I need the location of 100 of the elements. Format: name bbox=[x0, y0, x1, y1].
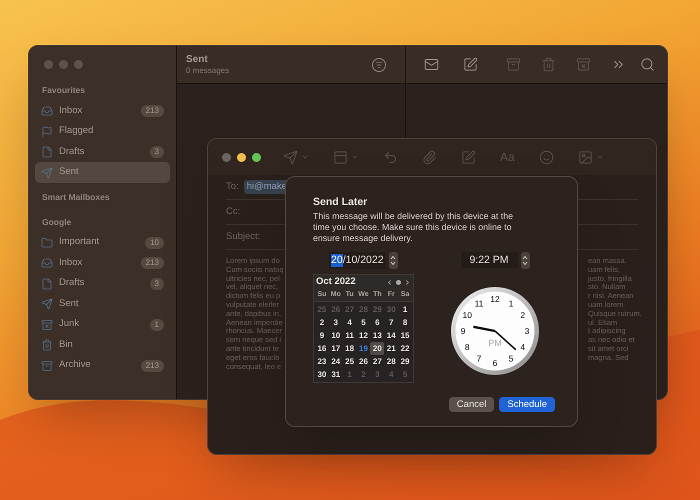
unread-count: 1 bbox=[150, 318, 164, 330]
calendar-day[interactable]: 29 bbox=[398, 355, 412, 368]
period-label: PM bbox=[488, 338, 502, 348]
calendar-day[interactable]: 16 bbox=[315, 342, 329, 355]
mailbox-title: Sent bbox=[186, 54, 209, 66]
clock-numeral: 4 bbox=[520, 342, 526, 352]
paperclip-icon[interactable] bbox=[422, 150, 437, 164]
clock-numeral: 3 bbox=[524, 326, 530, 336]
clock-numeral: 2 bbox=[520, 310, 526, 320]
reply-arrow-icon[interactable] bbox=[383, 150, 398, 164]
calendar-day[interactable]: 20 bbox=[370, 342, 384, 355]
calendar-day[interactable]: 3 bbox=[328, 316, 343, 329]
previous-month-icon[interactable] bbox=[386, 278, 393, 286]
calendar-day[interactable]: 2 bbox=[315, 316, 329, 329]
calendar-day[interactable]: 13 bbox=[370, 329, 384, 342]
smiley-icon[interactable] bbox=[538, 150, 554, 164]
schedule-button[interactable]: Schedule bbox=[499, 397, 555, 412]
clock-numeral: 10 bbox=[462, 310, 472, 320]
calendar-day[interactable]: 5 bbox=[356, 316, 370, 329]
header-fields-icon[interactable] bbox=[333, 150, 348, 164]
section-heading: Smart Mailboxes bbox=[42, 190, 111, 204]
calendar-day[interactable]: 30 bbox=[315, 368, 329, 381]
caret-icon[interactable] bbox=[596, 153, 604, 161]
mailbox-item[interactable]: Junk 1 bbox=[35, 314, 170, 335]
calendar-day[interactable]: 31 bbox=[328, 368, 343, 381]
analog-clock[interactable]: 11 12 1 10 2 9 3 8 4 7 6 5 PM bbox=[450, 286, 540, 376]
next-month-icon[interactable] bbox=[404, 278, 411, 286]
up-down-chevrons-icon bbox=[390, 254, 396, 266]
mailbox-item[interactable]: Drafts 3 bbox=[35, 142, 170, 162]
date-segment[interactable]: 20 bbox=[331, 254, 343, 266]
mailbox-item[interactable]: Inbox 213 bbox=[35, 252, 170, 274]
mailbox-label: Junk bbox=[59, 317, 80, 332]
compose-icon[interactable] bbox=[463, 57, 478, 72]
calendar-day[interactable]: 22 bbox=[398, 342, 412, 355]
caret-icon[interactable] bbox=[301, 153, 309, 161]
time-field[interactable]: 9:22 PM bbox=[460, 252, 518, 268]
photo-icon[interactable] bbox=[578, 150, 593, 164]
calendar-day[interactable]: 21 bbox=[384, 342, 398, 355]
calendar-day[interactable]: 28 bbox=[384, 355, 398, 368]
unread-count: 3 bbox=[150, 278, 164, 290]
caret-icon[interactable] bbox=[351, 153, 359, 161]
mailbox-item[interactable]: Flagged bbox=[35, 121, 170, 142]
dialog-title: Send Later bbox=[313, 196, 368, 209]
calendar-day[interactable]: 14 bbox=[384, 329, 398, 342]
calendar-day[interactable]: 10 bbox=[328, 329, 343, 342]
compose-icon[interactable] bbox=[461, 150, 476, 164]
calendar-day[interactable]: 18 bbox=[342, 342, 357, 355]
calendar-day[interactable]: 6 bbox=[370, 316, 384, 329]
section-heading: Google bbox=[42, 216, 72, 228]
calendar-day[interactable]: 8 bbox=[398, 316, 412, 329]
mailbox-label: Archive bbox=[59, 358, 92, 372]
calendar-day[interactable]: 24 bbox=[328, 355, 343, 368]
document-icon bbox=[41, 278, 53, 290]
inbox-tray-icon bbox=[41, 105, 53, 117]
mailbox-item[interactable]: Important 10 bbox=[35, 232, 170, 253]
time-stepper[interactable] bbox=[520, 252, 530, 268]
calendar-day[interactable]: 27 bbox=[370, 355, 384, 368]
cancel-button[interactable]: Cancel bbox=[448, 397, 494, 412]
calendar-day[interactable]: 9 bbox=[315, 329, 329, 342]
calendar-day[interactable]: 17 bbox=[328, 342, 343, 355]
clock-numeral: 5 bbox=[508, 354, 514, 364]
mailbox-label: Sent bbox=[59, 296, 80, 311]
paper-plane-icon[interactable] bbox=[283, 150, 298, 164]
mailbox-item[interactable]: Archive 213 bbox=[35, 355, 170, 376]
mailbox-item[interactable]: Sent bbox=[35, 294, 170, 314]
calendar-day[interactable]: 1 bbox=[398, 303, 412, 316]
search-icon[interactable] bbox=[640, 57, 655, 72]
calendar-day[interactable]: 26 bbox=[356, 355, 370, 368]
mailbox-label: Sent bbox=[59, 165, 80, 180]
mailbox-item[interactable]: Drafts 3 bbox=[35, 273, 170, 294]
mailbox-label: Drafts bbox=[59, 276, 86, 290]
clock-numeral: 7 bbox=[476, 354, 482, 364]
mailbox-item[interactable]: Bin bbox=[35, 334, 170, 356]
unread-count: 213 bbox=[140, 105, 164, 117]
filter-icon[interactable] bbox=[372, 58, 386, 72]
document-icon bbox=[41, 146, 53, 158]
calendar-day[interactable]: 15 bbox=[398, 329, 412, 342]
unread-count: 213 bbox=[140, 360, 164, 372]
mailbox-label: Bin bbox=[59, 338, 74, 352]
junk-box-icon bbox=[41, 318, 53, 330]
envelope-icon[interactable] bbox=[424, 57, 439, 72]
calendar-day[interactable]: 12 bbox=[356, 329, 370, 342]
inbox-tray-icon bbox=[41, 257, 53, 269]
mailbox-item[interactable]: Inbox 213 bbox=[35, 100, 170, 122]
date-stepper[interactable] bbox=[388, 252, 398, 268]
up-down-chevrons-icon bbox=[522, 254, 528, 266]
mailbox-label: Inbox bbox=[59, 256, 84, 270]
field-label: Subject: bbox=[226, 230, 260, 244]
calendar-day[interactable]: 4 bbox=[342, 316, 357, 329]
calendar-day[interactable]: 11 bbox=[342, 329, 357, 342]
clock-numeral: 11 bbox=[474, 298, 484, 308]
calendar-day[interactable]: 25 bbox=[342, 355, 357, 368]
recipient-token[interactable]: hi@make bbox=[244, 180, 287, 194]
calendar-day[interactable]: 19 bbox=[356, 342, 370, 355]
field-label: Cc: bbox=[226, 204, 240, 219]
calendar-day[interactable]: 23 bbox=[315, 355, 329, 368]
archive-box-icon bbox=[41, 360, 53, 372]
message-count: 0 messages bbox=[186, 66, 230, 76]
paper-plane-icon bbox=[41, 298, 53, 310]
calendar-day[interactable]: 7 bbox=[384, 316, 398, 329]
